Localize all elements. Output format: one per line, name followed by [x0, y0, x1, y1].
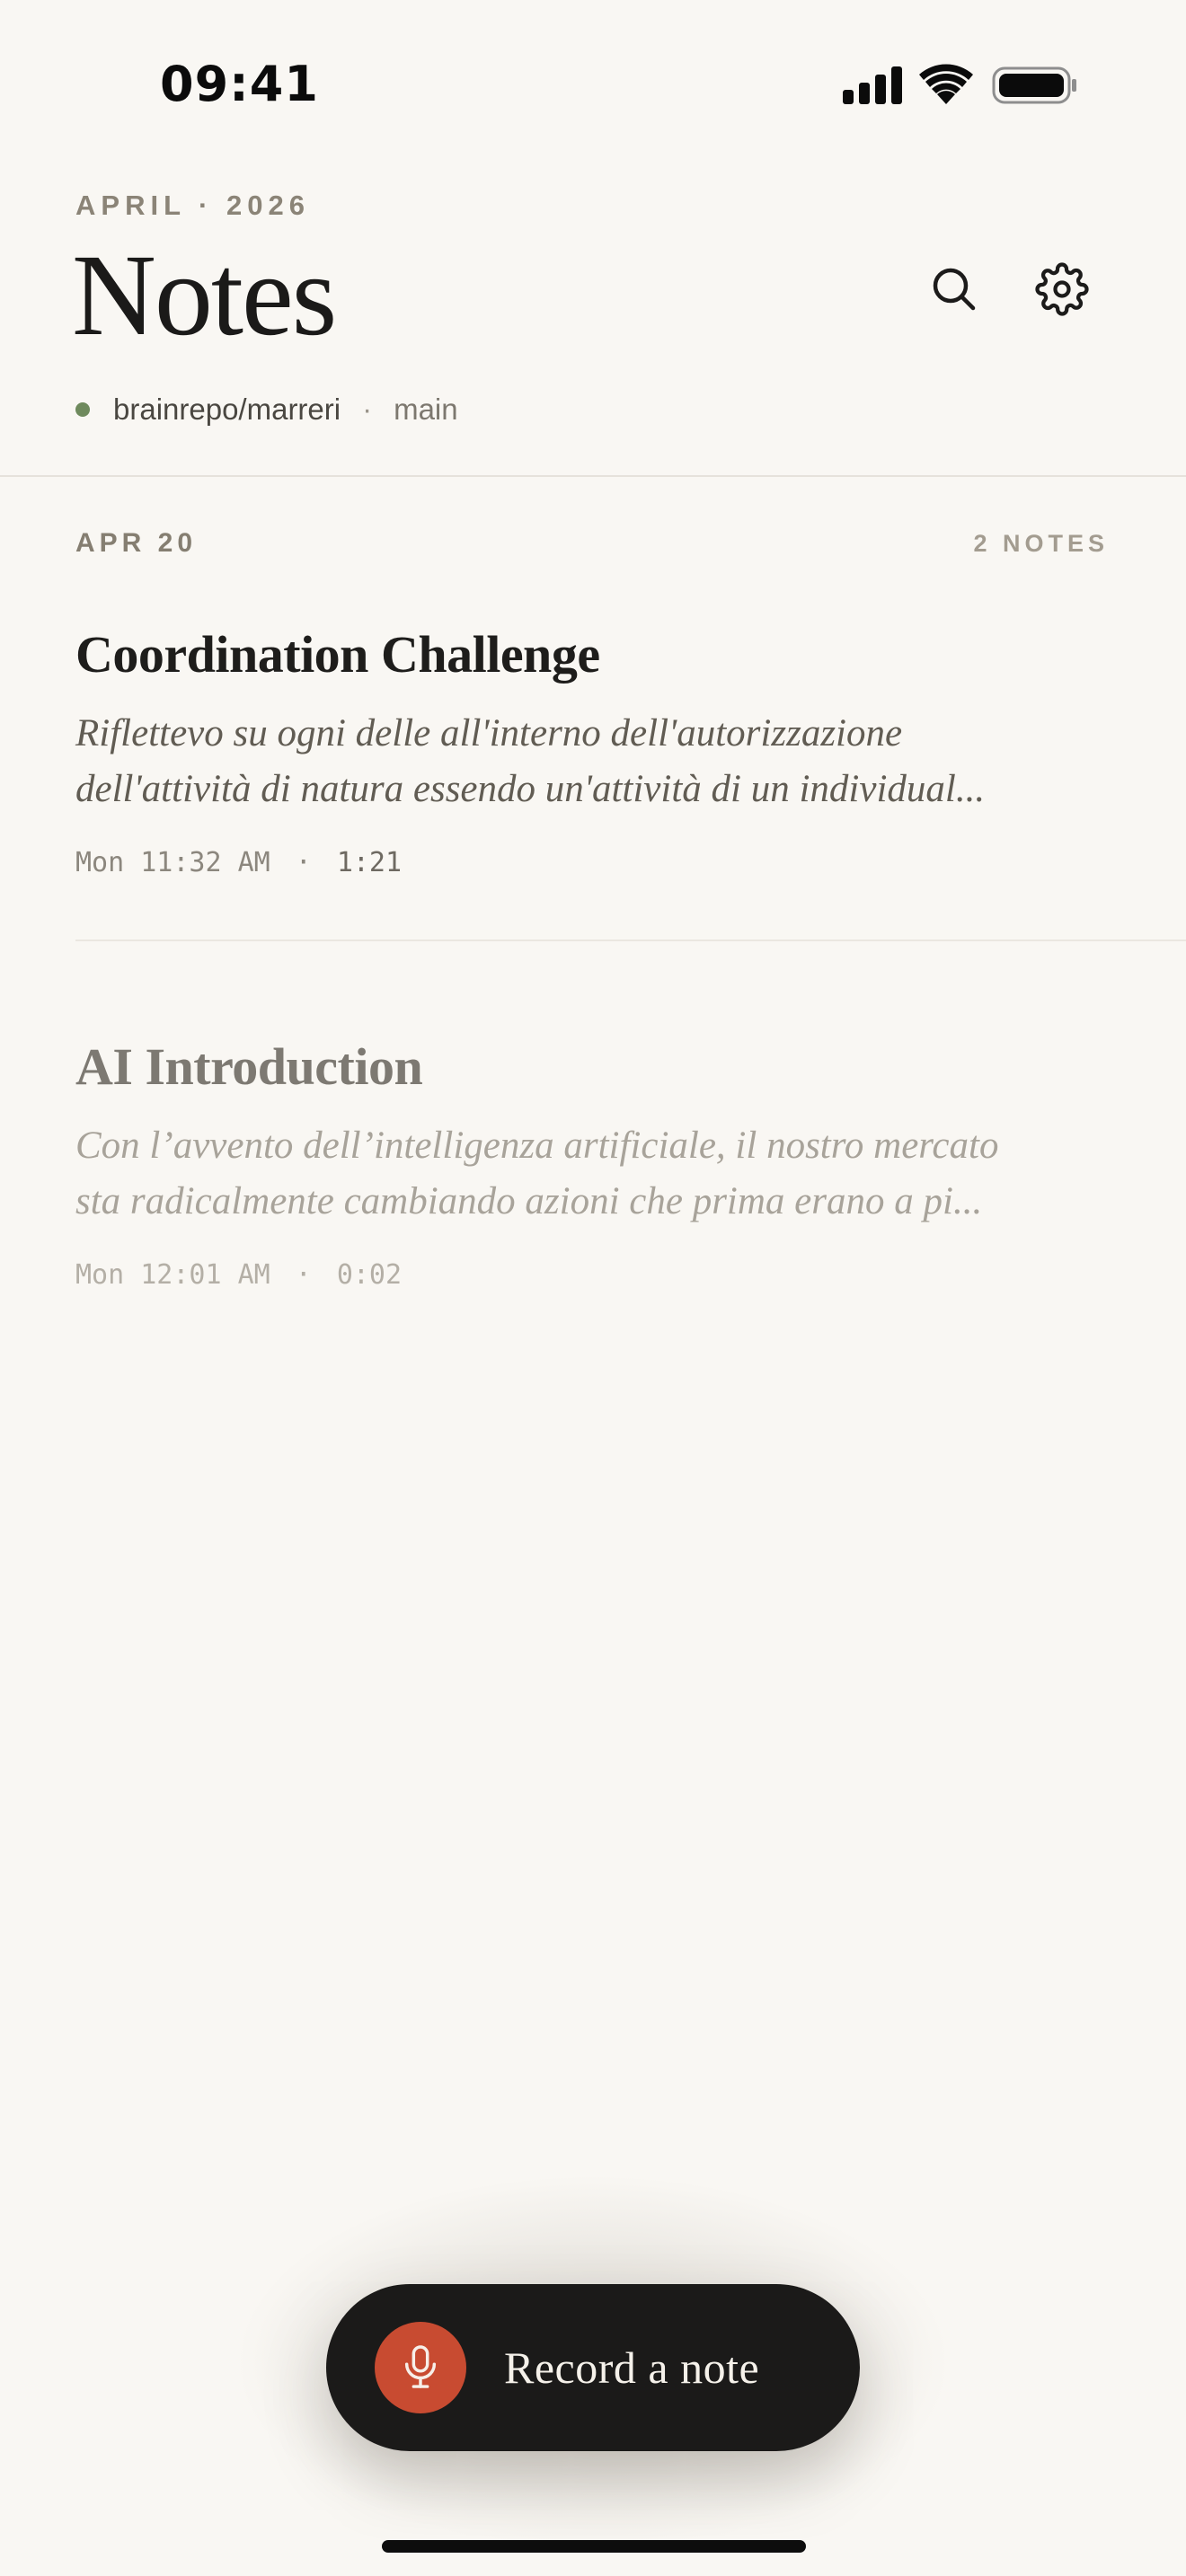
home-indicator[interactable]: [382, 2540, 806, 2553]
note-preview: Riflettevo su ogni delle all'interno del…: [75, 706, 1100, 817]
cellular-signal-icon: [843, 66, 902, 104]
settings-button[interactable]: [1026, 253, 1098, 325]
separator: ·: [362, 393, 373, 426]
branch-name: main: [394, 393, 458, 426]
note-preview-line: dell'attività di natura essendo un'attiv…: [75, 768, 986, 810]
battery-icon: [992, 66, 1076, 104]
note-preview-line: sta radicalmente cambiando azioni che pr…: [75, 1180, 983, 1222]
search-button[interactable]: [918, 253, 990, 325]
page-title: Notes: [72, 231, 337, 360]
note-preview-line: Riflettevo su ogni delle all'interno del…: [75, 712, 903, 754]
note-duration: 0:02: [336, 1259, 403, 1291]
separator: ·: [295, 847, 312, 878]
section-date: APR 20: [75, 528, 198, 558]
header-divider: [0, 475, 1186, 477]
wifi-icon: [919, 64, 973, 104]
repository-info[interactable]: brainrepo/marreri · main: [75, 393, 458, 427]
status-icons: [843, 64, 1076, 104]
note-duration: 1:21: [336, 847, 403, 878]
note-meta: Mon 12:01 AM · 0:02: [75, 1259, 402, 1291]
mic-badge: [375, 2322, 466, 2413]
note-preview-line: Con l’avvento dell’intelligenza artifici…: [75, 1125, 999, 1167]
search-icon: [933, 268, 976, 311]
repository-name: brainrepo/marreri: [113, 393, 341, 426]
status-time: 09:41: [160, 56, 319, 112]
note-title: Coordination Challenge: [75, 625, 600, 684]
note-preview: Con l’avvento dell’intelligenza artifici…: [75, 1118, 1100, 1230]
microphone-icon: [404, 2345, 437, 2388]
note-time: Mon 12:01 AM: [75, 1259, 270, 1291]
section-note-count: 2 NOTES: [973, 530, 1109, 557]
record-note-label: Record a note: [504, 2342, 760, 2393]
month-year-label: APRIL · 2026: [75, 190, 310, 221]
note-time: Mon 11:32 AM: [75, 847, 270, 878]
note-title: AI Introduction: [75, 1037, 423, 1096]
sync-status-dot: [75, 402, 90, 417]
note-divider: [75, 940, 1186, 941]
record-note-button[interactable]: Record a note: [326, 2284, 860, 2451]
separator: ·: [295, 1259, 312, 1291]
note-meta: Mon 11:32 AM · 1:21: [75, 847, 402, 878]
gear-icon: [1035, 262, 1089, 316]
